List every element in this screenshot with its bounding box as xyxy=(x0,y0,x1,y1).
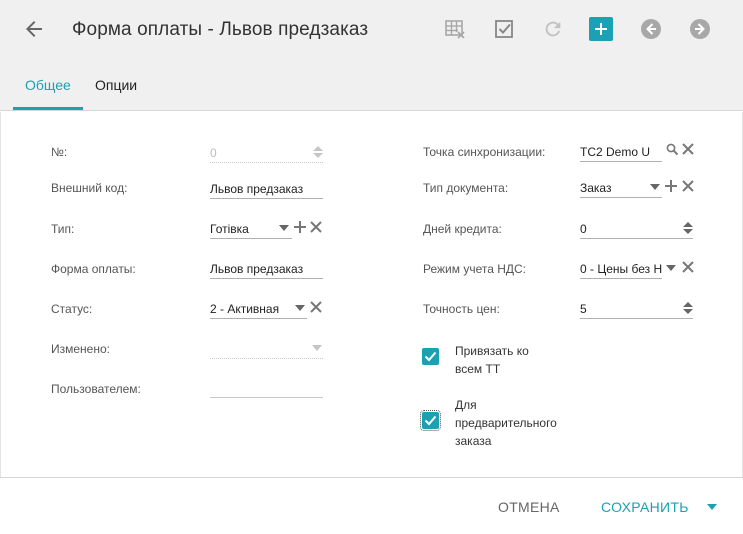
search-icon[interactable] xyxy=(665,142,679,156)
price-precision-value: 5 xyxy=(580,302,587,316)
vat-mode-value: 0 - Цены без Н xyxy=(580,262,663,276)
status-label: Статус: xyxy=(51,302,93,316)
sync-point-input[interactable]: TC2 Demo U xyxy=(580,140,662,162)
external-code-value: Львов предзаказ xyxy=(210,182,304,196)
changed-select xyxy=(210,337,323,359)
check-icon xyxy=(424,351,437,362)
vat-mode-label: Режим учета НДС: xyxy=(423,262,527,276)
type-label: Тип: xyxy=(51,222,75,236)
checkbox-check-icon[interactable] xyxy=(492,17,516,41)
bind-all-tt-label-line1: Привязать ко xyxy=(455,344,529,358)
back-arrow-icon[interactable] xyxy=(22,17,46,41)
preorder-label-line1: Для xyxy=(455,398,477,412)
changed-dropdown-icon xyxy=(311,343,323,353)
sync-point-value: TC2 Demo U xyxy=(580,145,651,159)
external-code-label: Внешний код: xyxy=(51,181,128,195)
active-tab-indicator xyxy=(13,107,83,110)
status-select[interactable]: 2 - Активная xyxy=(210,297,307,319)
price-precision-spinner-icon[interactable] xyxy=(682,301,694,315)
refresh-icon[interactable] xyxy=(541,17,565,41)
changed-label: Изменено: xyxy=(51,342,110,356)
tab-options[interactable]: Опции xyxy=(95,77,137,93)
sync-point-label: Точка синхронизации: xyxy=(423,145,546,159)
preorder-label-line2: предварительного xyxy=(455,416,557,430)
payment-form-value: Львов предзаказ xyxy=(210,262,304,276)
doc-type-label: Тип документа: xyxy=(423,181,509,195)
doc-type-dropdown-icon[interactable] xyxy=(649,182,661,192)
credit-days-spinner-icon[interactable] xyxy=(682,221,694,235)
preorder-label-line3: заказа xyxy=(455,434,492,448)
bind-all-tt-label: Привязать ко всем ТТ xyxy=(455,342,529,378)
credit-days-input[interactable]: 0 xyxy=(580,217,693,239)
top-bar: Форма оплаты - Львов предзаказ xyxy=(0,0,743,60)
by-user-label: Пользователем: xyxy=(51,382,141,396)
type-clear-icon[interactable] xyxy=(309,220,323,234)
add-icon[interactable] xyxy=(589,17,613,41)
external-code-input[interactable]: Львов предзаказ xyxy=(210,177,323,199)
bind-all-tt-label-line2: всем ТТ xyxy=(455,362,501,376)
vat-mode-select[interactable]: 0 - Цены без Н xyxy=(580,257,662,279)
payment-form-input[interactable]: Львов предзаказ xyxy=(210,257,323,279)
preorder-checkbox[interactable] xyxy=(420,410,441,431)
price-precision-input[interactable]: 5 xyxy=(580,297,693,319)
price-precision-label: Точность цен: xyxy=(423,302,500,316)
dialog-footer: ОТМЕНА СОХРАНИТЬ xyxy=(0,477,743,534)
prev-icon[interactable] xyxy=(639,17,663,41)
doc-type-add-icon[interactable] xyxy=(664,179,678,193)
type-add-icon[interactable] xyxy=(293,220,307,234)
number-label: №: xyxy=(51,145,68,159)
table-clear-icon[interactable] xyxy=(443,17,467,41)
number-spinner-icon[interactable] xyxy=(312,145,324,159)
save-button[interactable]: СОХРАНИТЬ xyxy=(601,499,689,515)
credit-days-value: 0 xyxy=(580,222,587,236)
page-title: Форма оплаты - Львов предзаказ xyxy=(72,19,369,40)
status-dropdown-icon[interactable] xyxy=(294,303,306,313)
type-dropdown-icon[interactable] xyxy=(278,223,290,233)
by-user-field xyxy=(210,376,323,398)
payment-form-label: Форма оплаты: xyxy=(51,262,136,276)
cancel-button[interactable]: ОТМЕНА xyxy=(498,499,560,515)
doc-type-value: Заказ xyxy=(580,181,612,195)
bind-all-tt-checkbox[interactable] xyxy=(422,348,439,365)
vat-mode-dropdown-icon[interactable] xyxy=(665,263,677,273)
check-icon xyxy=(424,415,437,426)
number-field[interactable]: 0 xyxy=(210,141,323,163)
sync-point-clear-icon[interactable] xyxy=(681,142,695,156)
save-options-dropdown-icon[interactable] xyxy=(705,502,719,512)
status-value: 2 - Активная xyxy=(210,302,280,316)
form-content: №: 0 Внешний код: Львов предзаказ Тип: Г… xyxy=(0,112,743,477)
vat-mode-clear-icon[interactable] xyxy=(681,260,695,274)
status-clear-icon[interactable] xyxy=(309,300,323,314)
tab-general[interactable]: Общее xyxy=(25,77,71,93)
tab-bar: Общее Опции xyxy=(0,60,743,111)
preorder-label: Для предварительного заказа xyxy=(455,396,557,450)
doc-type-clear-icon[interactable] xyxy=(681,179,695,193)
number-value: 0 xyxy=(210,146,217,160)
next-icon[interactable] xyxy=(688,17,712,41)
credit-days-label: Дней кредита: xyxy=(423,222,502,236)
type-value: Готівка xyxy=(210,222,249,236)
